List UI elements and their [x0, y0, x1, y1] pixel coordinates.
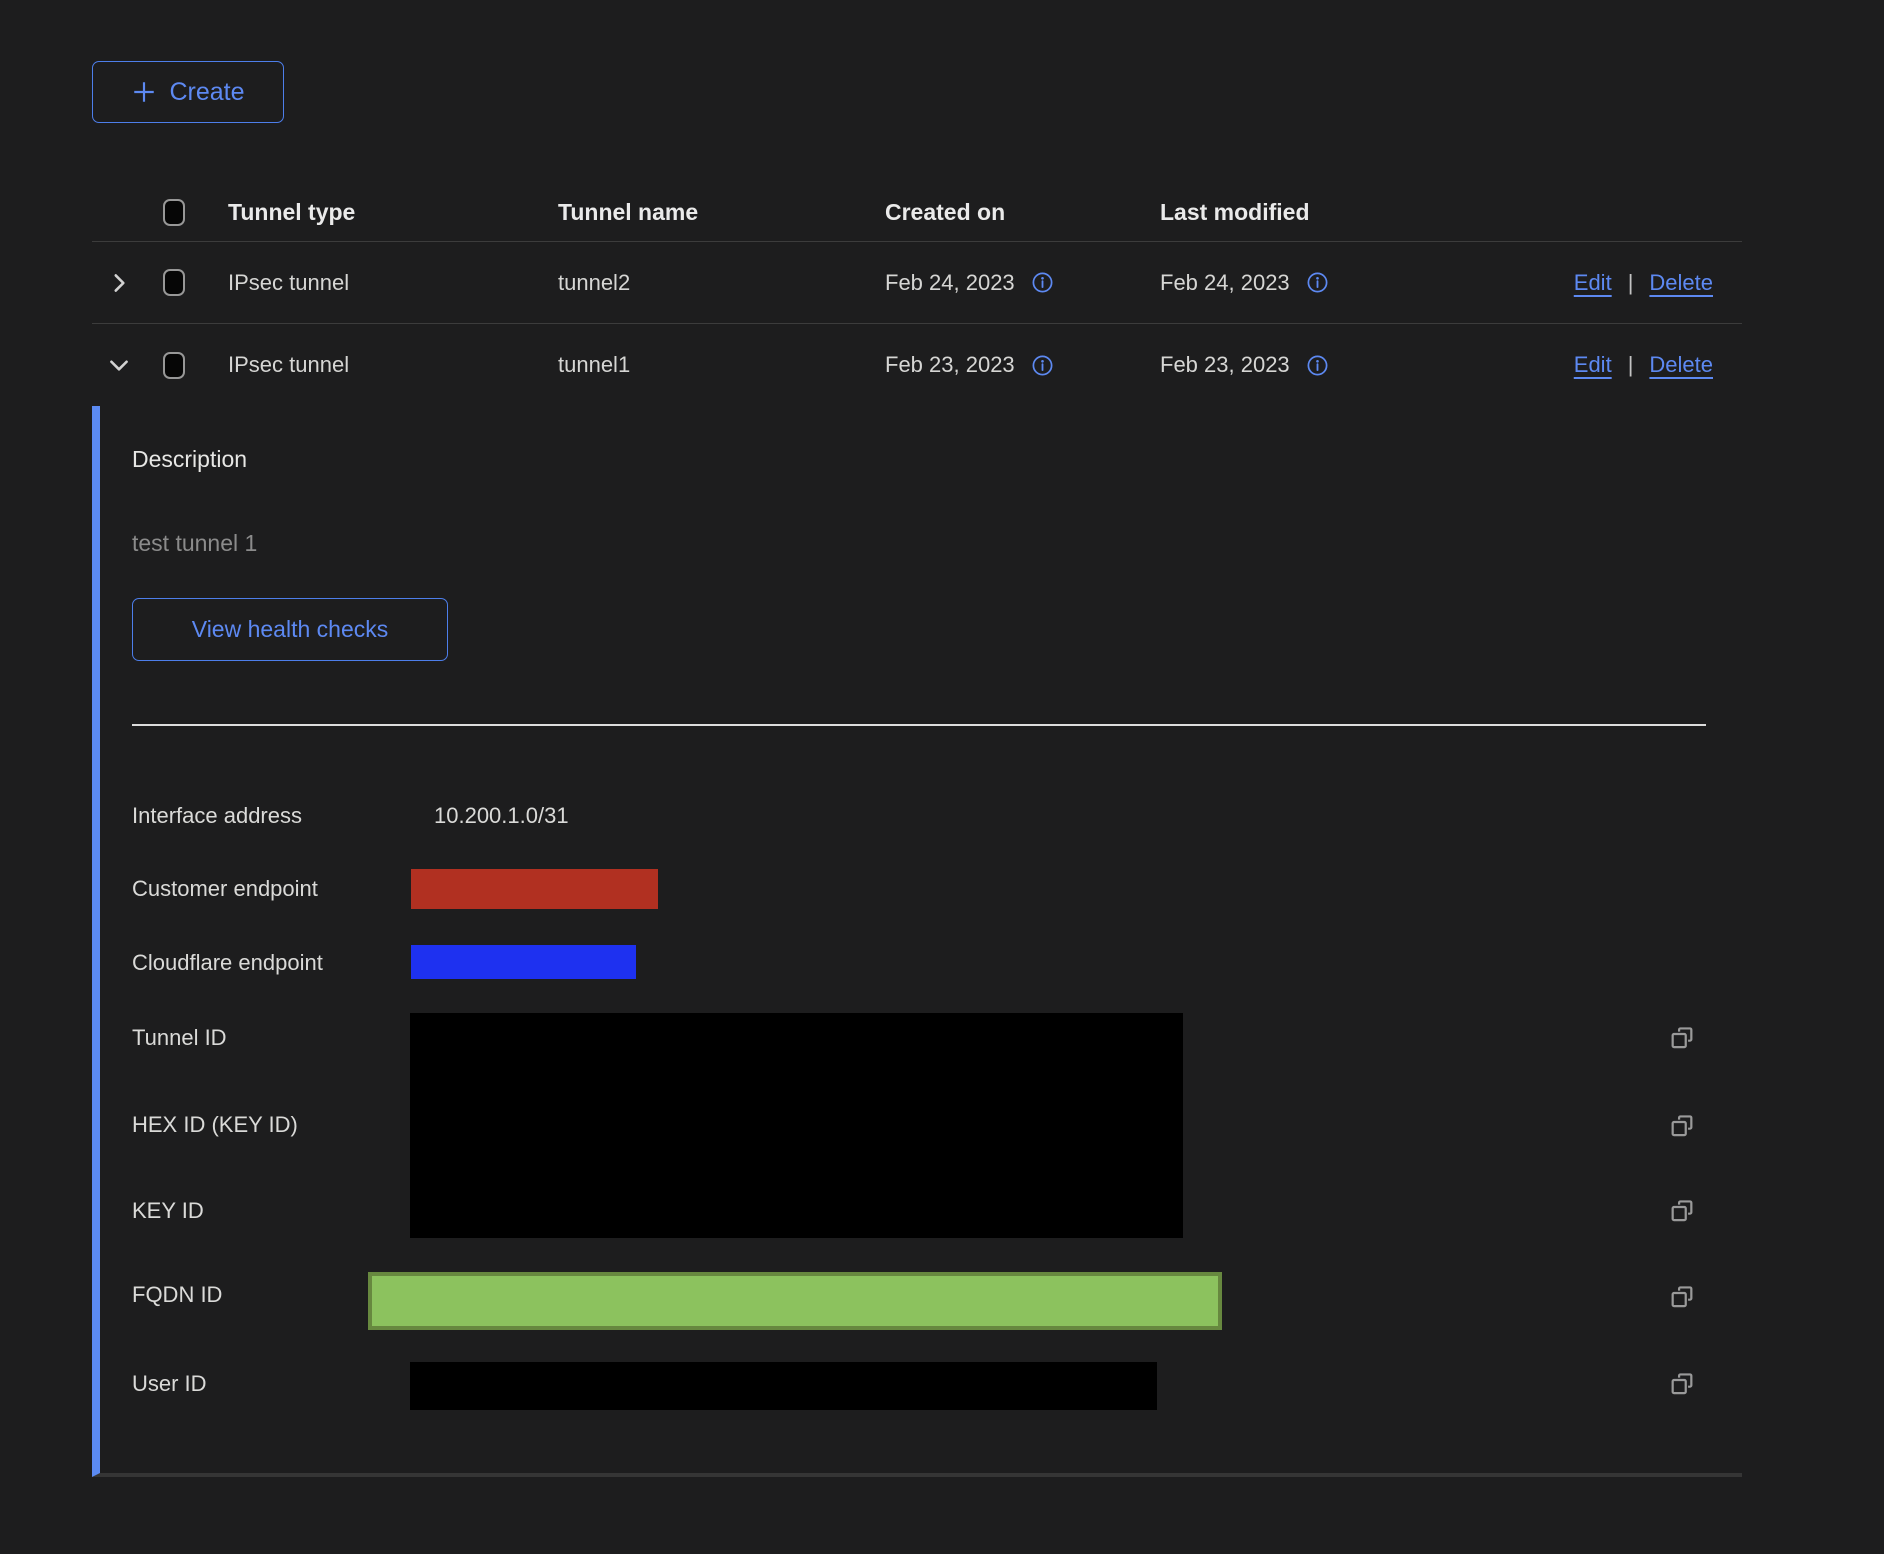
- tunnel-name-cell: tunnel1: [558, 352, 885, 378]
- section-divider: [132, 724, 1706, 726]
- view-health-checks-label: View health checks: [192, 616, 388, 643]
- customer-endpoint-redacted-value: [411, 869, 658, 909]
- copy-icon[interactable]: [1668, 1370, 1696, 1398]
- row-checkbox[interactable]: [163, 352, 185, 379]
- plus-icon: [131, 79, 157, 105]
- copy-icon[interactable]: [1668, 1197, 1696, 1225]
- select-all-checkbox[interactable]: [163, 199, 185, 226]
- edit-link[interactable]: Edit: [1574, 352, 1612, 378]
- copy-icon[interactable]: [1668, 1112, 1696, 1140]
- delete-link[interactable]: Delete: [1649, 270, 1713, 296]
- tunnels-table: Tunnel type Tunnel name Created on Last …: [92, 183, 1742, 1477]
- chevron-down-icon[interactable]: [106, 352, 132, 378]
- column-header-tunnel-type: Tunnel type: [228, 199, 558, 226]
- create-button[interactable]: Create: [92, 61, 284, 123]
- user-id-label: User ID: [132, 1371, 207, 1397]
- tunnel-type-cell: IPsec tunnel: [228, 352, 558, 378]
- column-header-last-modified: Last modified: [1160, 199, 1435, 226]
- fqdn-id-label: FQDN ID: [132, 1282, 222, 1308]
- fqdn-id-redacted-value: [368, 1272, 1222, 1330]
- last-modified-cell: Feb 24, 2023: [1160, 270, 1290, 296]
- row-checkbox[interactable]: [163, 269, 185, 296]
- actions-separator: |: [1628, 352, 1634, 378]
- last-modified-cell: Feb 23, 2023: [1160, 352, 1290, 378]
- delete-link[interactable]: Delete: [1649, 352, 1713, 378]
- column-header-created-on: Created on: [885, 199, 1160, 226]
- description-label: Description: [132, 446, 247, 472]
- created-on-cell: Feb 24, 2023: [885, 270, 1015, 296]
- tunnel-name-cell: tunnel2: [558, 270, 885, 296]
- key-id-label: KEY ID: [132, 1198, 204, 1224]
- view-health-checks-button[interactable]: View health checks: [132, 598, 448, 661]
- table-row: IPsec tunnel tunnel2 Feb 24, 2023 Feb 24…: [92, 242, 1742, 324]
- copy-icon[interactable]: [1668, 1024, 1696, 1052]
- interface-address-value: 10.200.1.0/31: [434, 803, 569, 829]
- tunnels-page: Create Tunnel type Tunnel name Created o…: [92, 0, 1742, 1477]
- description-value: test tunnel 1: [132, 530, 257, 556]
- cloudflare-endpoint-redacted-value: [411, 945, 636, 979]
- column-header-tunnel-name: Tunnel name: [558, 199, 885, 226]
- tunnel-id-redacted-value: [410, 1013, 1183, 1238]
- chevron-right-icon[interactable]: [106, 270, 132, 296]
- tunnel-id-label: Tunnel ID: [132, 1025, 227, 1051]
- copy-icon[interactable]: [1668, 1283, 1696, 1311]
- info-icon[interactable]: [1306, 354, 1329, 377]
- user-id-redacted-value: [410, 1362, 1157, 1410]
- info-icon[interactable]: [1031, 354, 1054, 377]
- table-row: IPsec tunnel tunnel1 Feb 23, 2023 Feb 23…: [92, 324, 1742, 406]
- create-button-label: Create: [169, 78, 244, 107]
- cloudflare-endpoint-label: Cloudflare endpoint: [132, 950, 323, 976]
- info-icon[interactable]: [1306, 271, 1329, 294]
- tunnel-type-cell: IPsec tunnel: [228, 270, 558, 296]
- created-on-cell: Feb 23, 2023: [885, 352, 1015, 378]
- customer-endpoint-label: Customer endpoint: [132, 876, 318, 902]
- actions-separator: |: [1628, 270, 1634, 296]
- hex-id-label: HEX ID (KEY ID): [132, 1112, 298, 1138]
- expanded-tunnel-panel: Description test tunnel 1 View health ch…: [92, 406, 1742, 1477]
- info-icon[interactable]: [1031, 271, 1054, 294]
- interface-address-label: Interface address: [132, 803, 302, 829]
- table-header-row: Tunnel type Tunnel name Created on Last …: [92, 183, 1742, 242]
- edit-link[interactable]: Edit: [1574, 270, 1612, 296]
